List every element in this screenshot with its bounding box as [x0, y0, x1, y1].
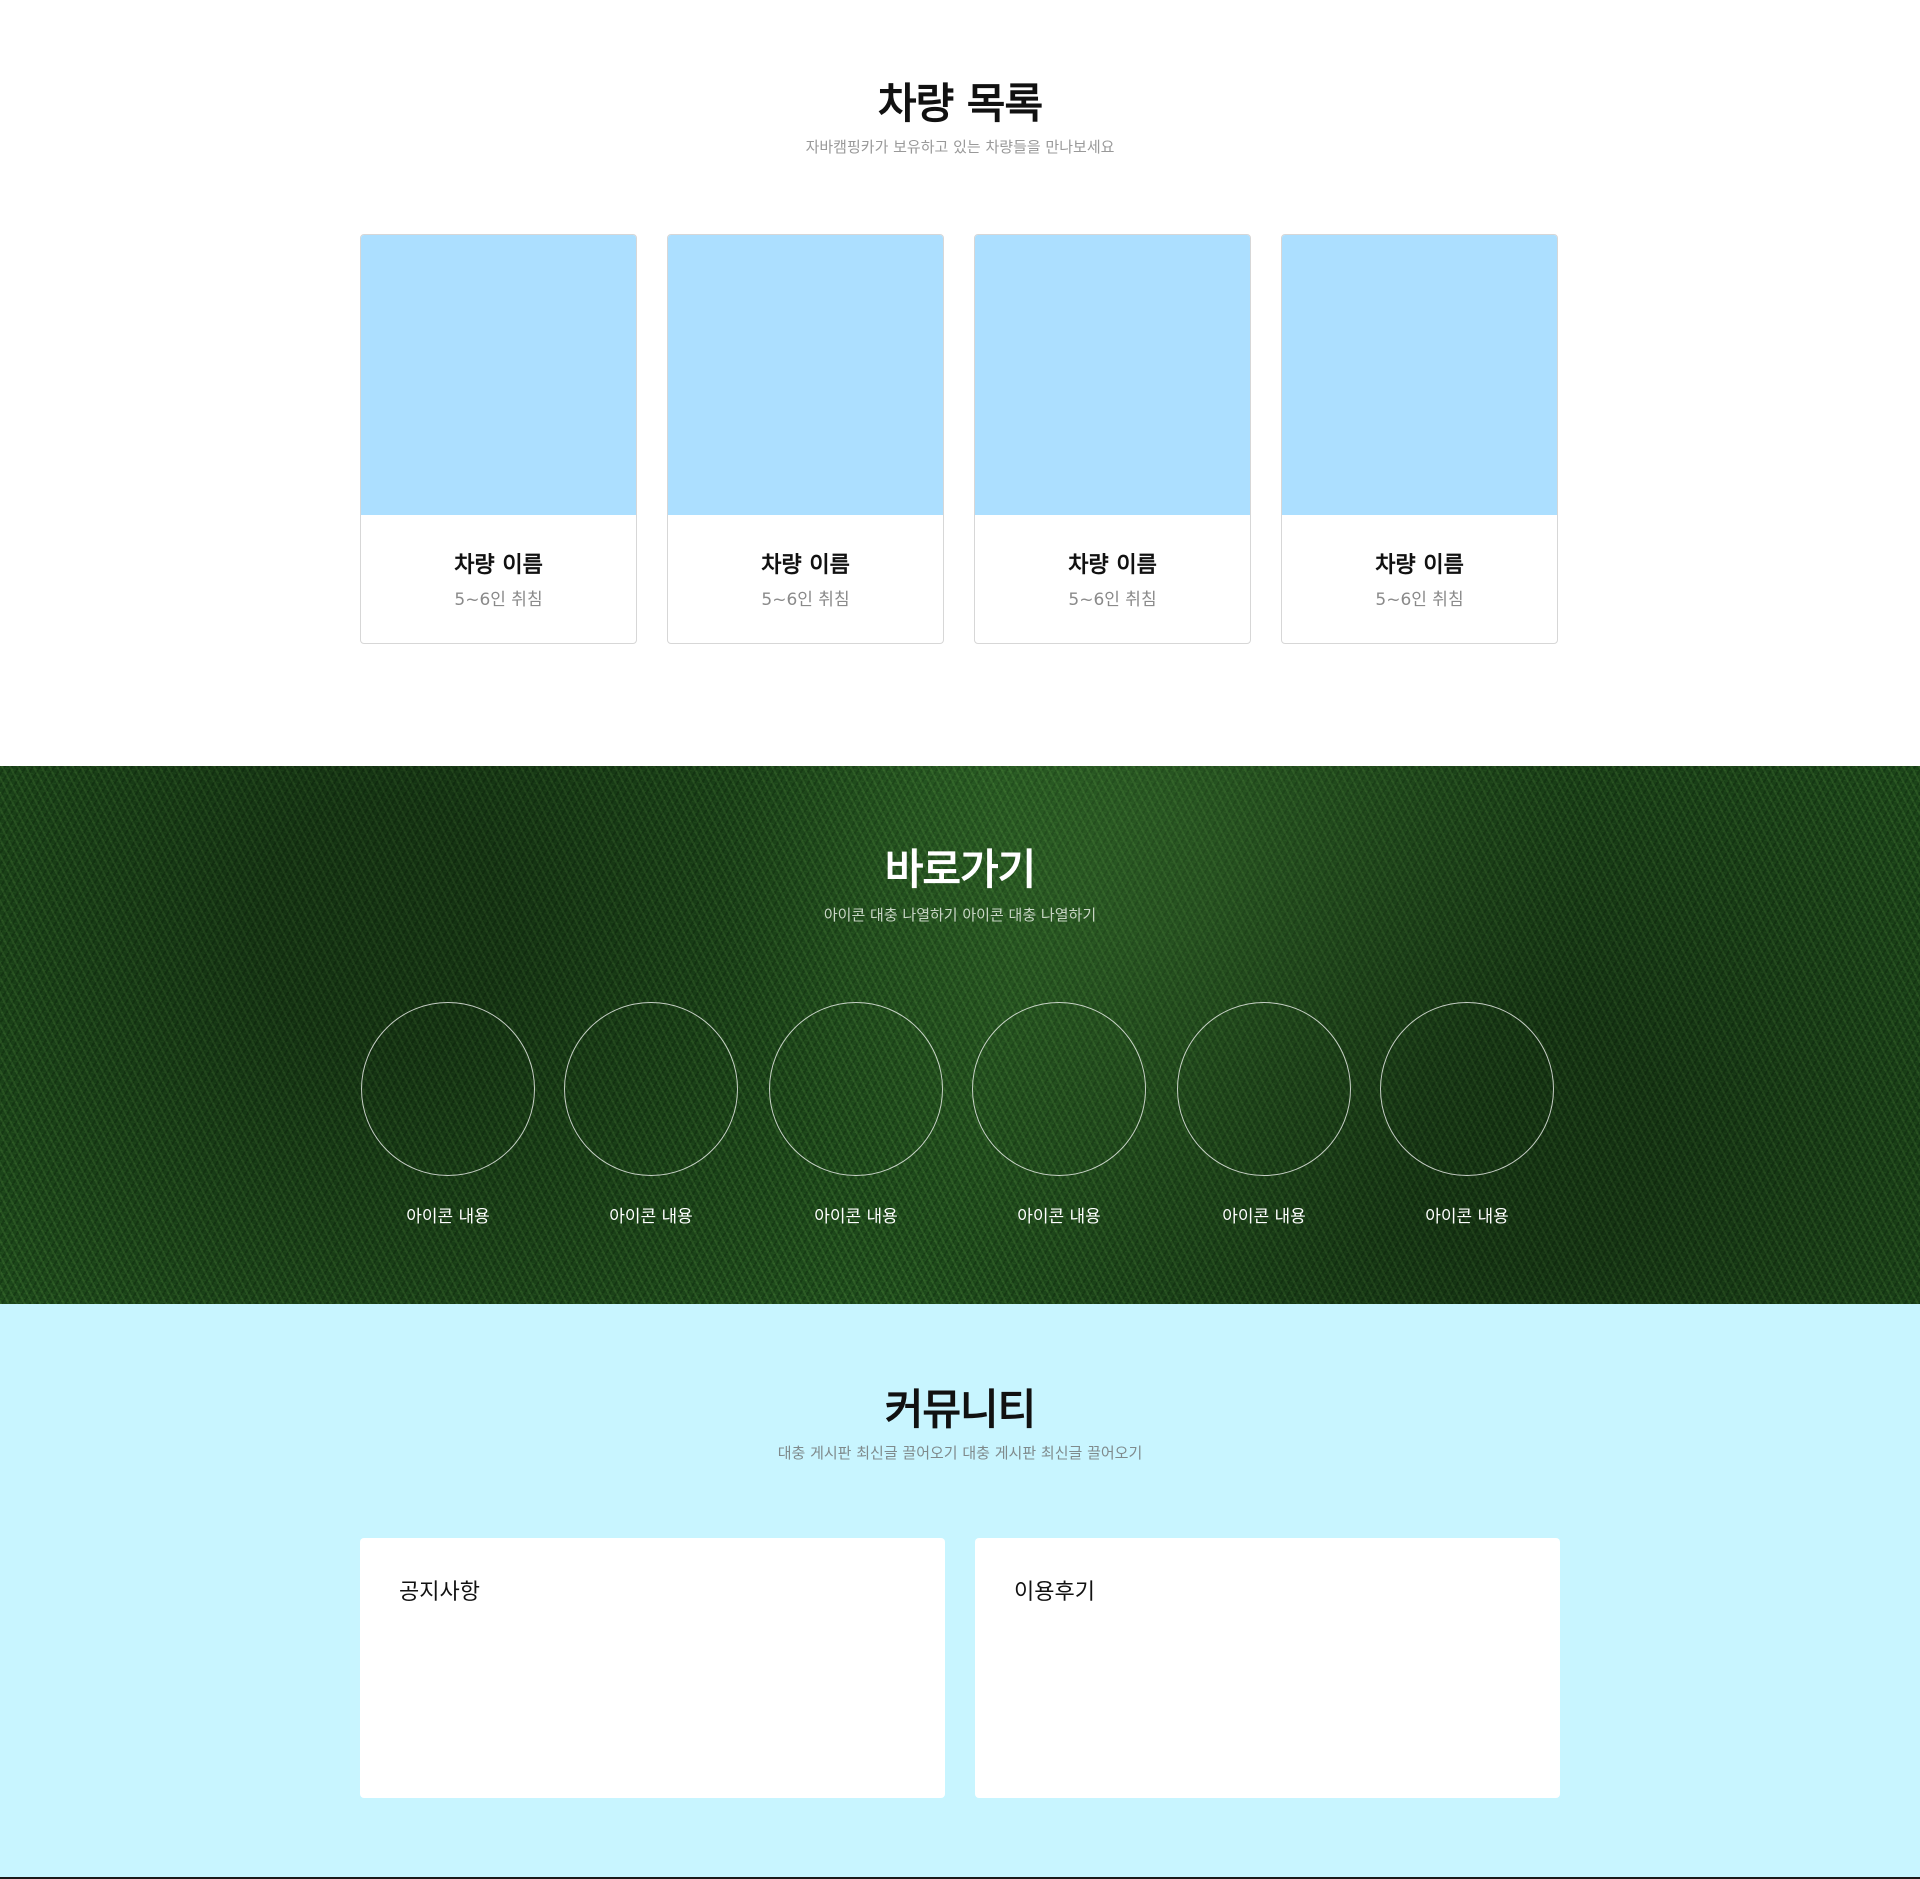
shortcut-subtitle: 아이콘 대충 나열하기 아이콘 대충 나열하기 [823, 906, 1097, 924]
shortcut-circle-icon[interactable] [1380, 1002, 1554, 1176]
shortcut-label: 아이콘 내용 [406, 1207, 490, 1227]
shortcut-item[interactable]: 아이콘 내용 [1176, 1002, 1352, 1242]
vehicle-capacity: 5~6인 취침 [1068, 590, 1157, 610]
vehicle-name: 차량 이름 [454, 553, 543, 578]
vehicle-list-section: 차량 목록 자바캠핑카가 보유하고 있는 차량들을 만나보세요 차량 이름 5~… [0, 0, 1920, 766]
vehicle-card[interactable]: 차량 이름 5~6인 취침 [360, 234, 637, 644]
shortcut-label: 아이콘 내용 [1425, 1207, 1509, 1227]
vehicle-image-placeholder [668, 235, 943, 515]
vehicle-image-placeholder [361, 235, 636, 515]
shortcut-item[interactable]: 아이콘 내용 [563, 1002, 739, 1242]
vehicle-name: 차량 이름 [761, 553, 850, 578]
shortcut-title: 바로가기 [884, 845, 1037, 894]
community-section: 커뮤니티 대충 게시판 최신글 끌어오기 대충 게시판 최신글 끌어오기 공지사… [0, 1304, 1920, 1877]
vehicle-capacity: 5~6인 취침 [761, 590, 850, 610]
review-board[interactable]: 이용후기 [975, 1538, 1560, 1798]
shortcut-item[interactable]: 아이콘 내용 [360, 1002, 536, 1242]
shortcut-item[interactable]: 아이콘 내용 [971, 1002, 1147, 1242]
vehicle-image-placeholder [1282, 235, 1557, 515]
community-subtitle: 대충 게시판 최신글 끌어오기 대충 게시판 최신글 끌어오기 [777, 1444, 1143, 1462]
vehicle-list-subtitle: 자바캠핑카가 보유하고 있는 차량들을 만나보세요 [805, 138, 1115, 156]
vehicle-card[interactable]: 차량 이름 5~6인 취침 [667, 234, 944, 644]
notice-board[interactable]: 공지사항 [360, 1538, 945, 1798]
vehicle-card[interactable]: 차량 이름 5~6인 취침 [974, 234, 1251, 644]
shortcut-label: 아이콘 내용 [814, 1207, 898, 1227]
board-title[interactable]: 이용후기 [1014, 1574, 1095, 1606]
vehicle-card[interactable]: 차량 이름 5~6인 취침 [1281, 234, 1558, 644]
vehicle-name: 차량 이름 [1068, 553, 1157, 578]
shortcut-circle-icon[interactable] [769, 1002, 943, 1176]
shortcut-circle-icon[interactable] [1177, 1002, 1351, 1176]
shortcut-item[interactable]: 아이콘 내용 [1379, 1002, 1555, 1242]
vehicle-list-title: 차량 목록 [877, 79, 1043, 128]
shortcut-label: 아이콘 내용 [609, 1207, 693, 1227]
shortcut-circle-icon[interactable] [564, 1002, 738, 1176]
vehicle-capacity: 5~6인 취침 [1375, 590, 1464, 610]
vehicle-name: 차량 이름 [1375, 553, 1464, 578]
shortcut-item[interactable]: 아이콘 내용 [768, 1002, 944, 1242]
shortcut-label: 아이콘 내용 [1017, 1207, 1101, 1227]
shortcut-circle-icon[interactable] [361, 1002, 535, 1176]
vehicle-capacity: 5~6인 취침 [454, 590, 543, 610]
community-title: 커뮤니티 [884, 1385, 1037, 1434]
board-title[interactable]: 공지사항 [399, 1574, 480, 1606]
shortcut-circle-icon[interactable] [972, 1002, 1146, 1176]
shortcut-label: 아이콘 내용 [1222, 1207, 1306, 1227]
vehicle-image-placeholder [975, 235, 1250, 515]
shortcut-section: 바로가기 아이콘 대충 나열하기 아이콘 대충 나열하기 아이콘 내용 아이콘 … [0, 766, 1920, 1304]
